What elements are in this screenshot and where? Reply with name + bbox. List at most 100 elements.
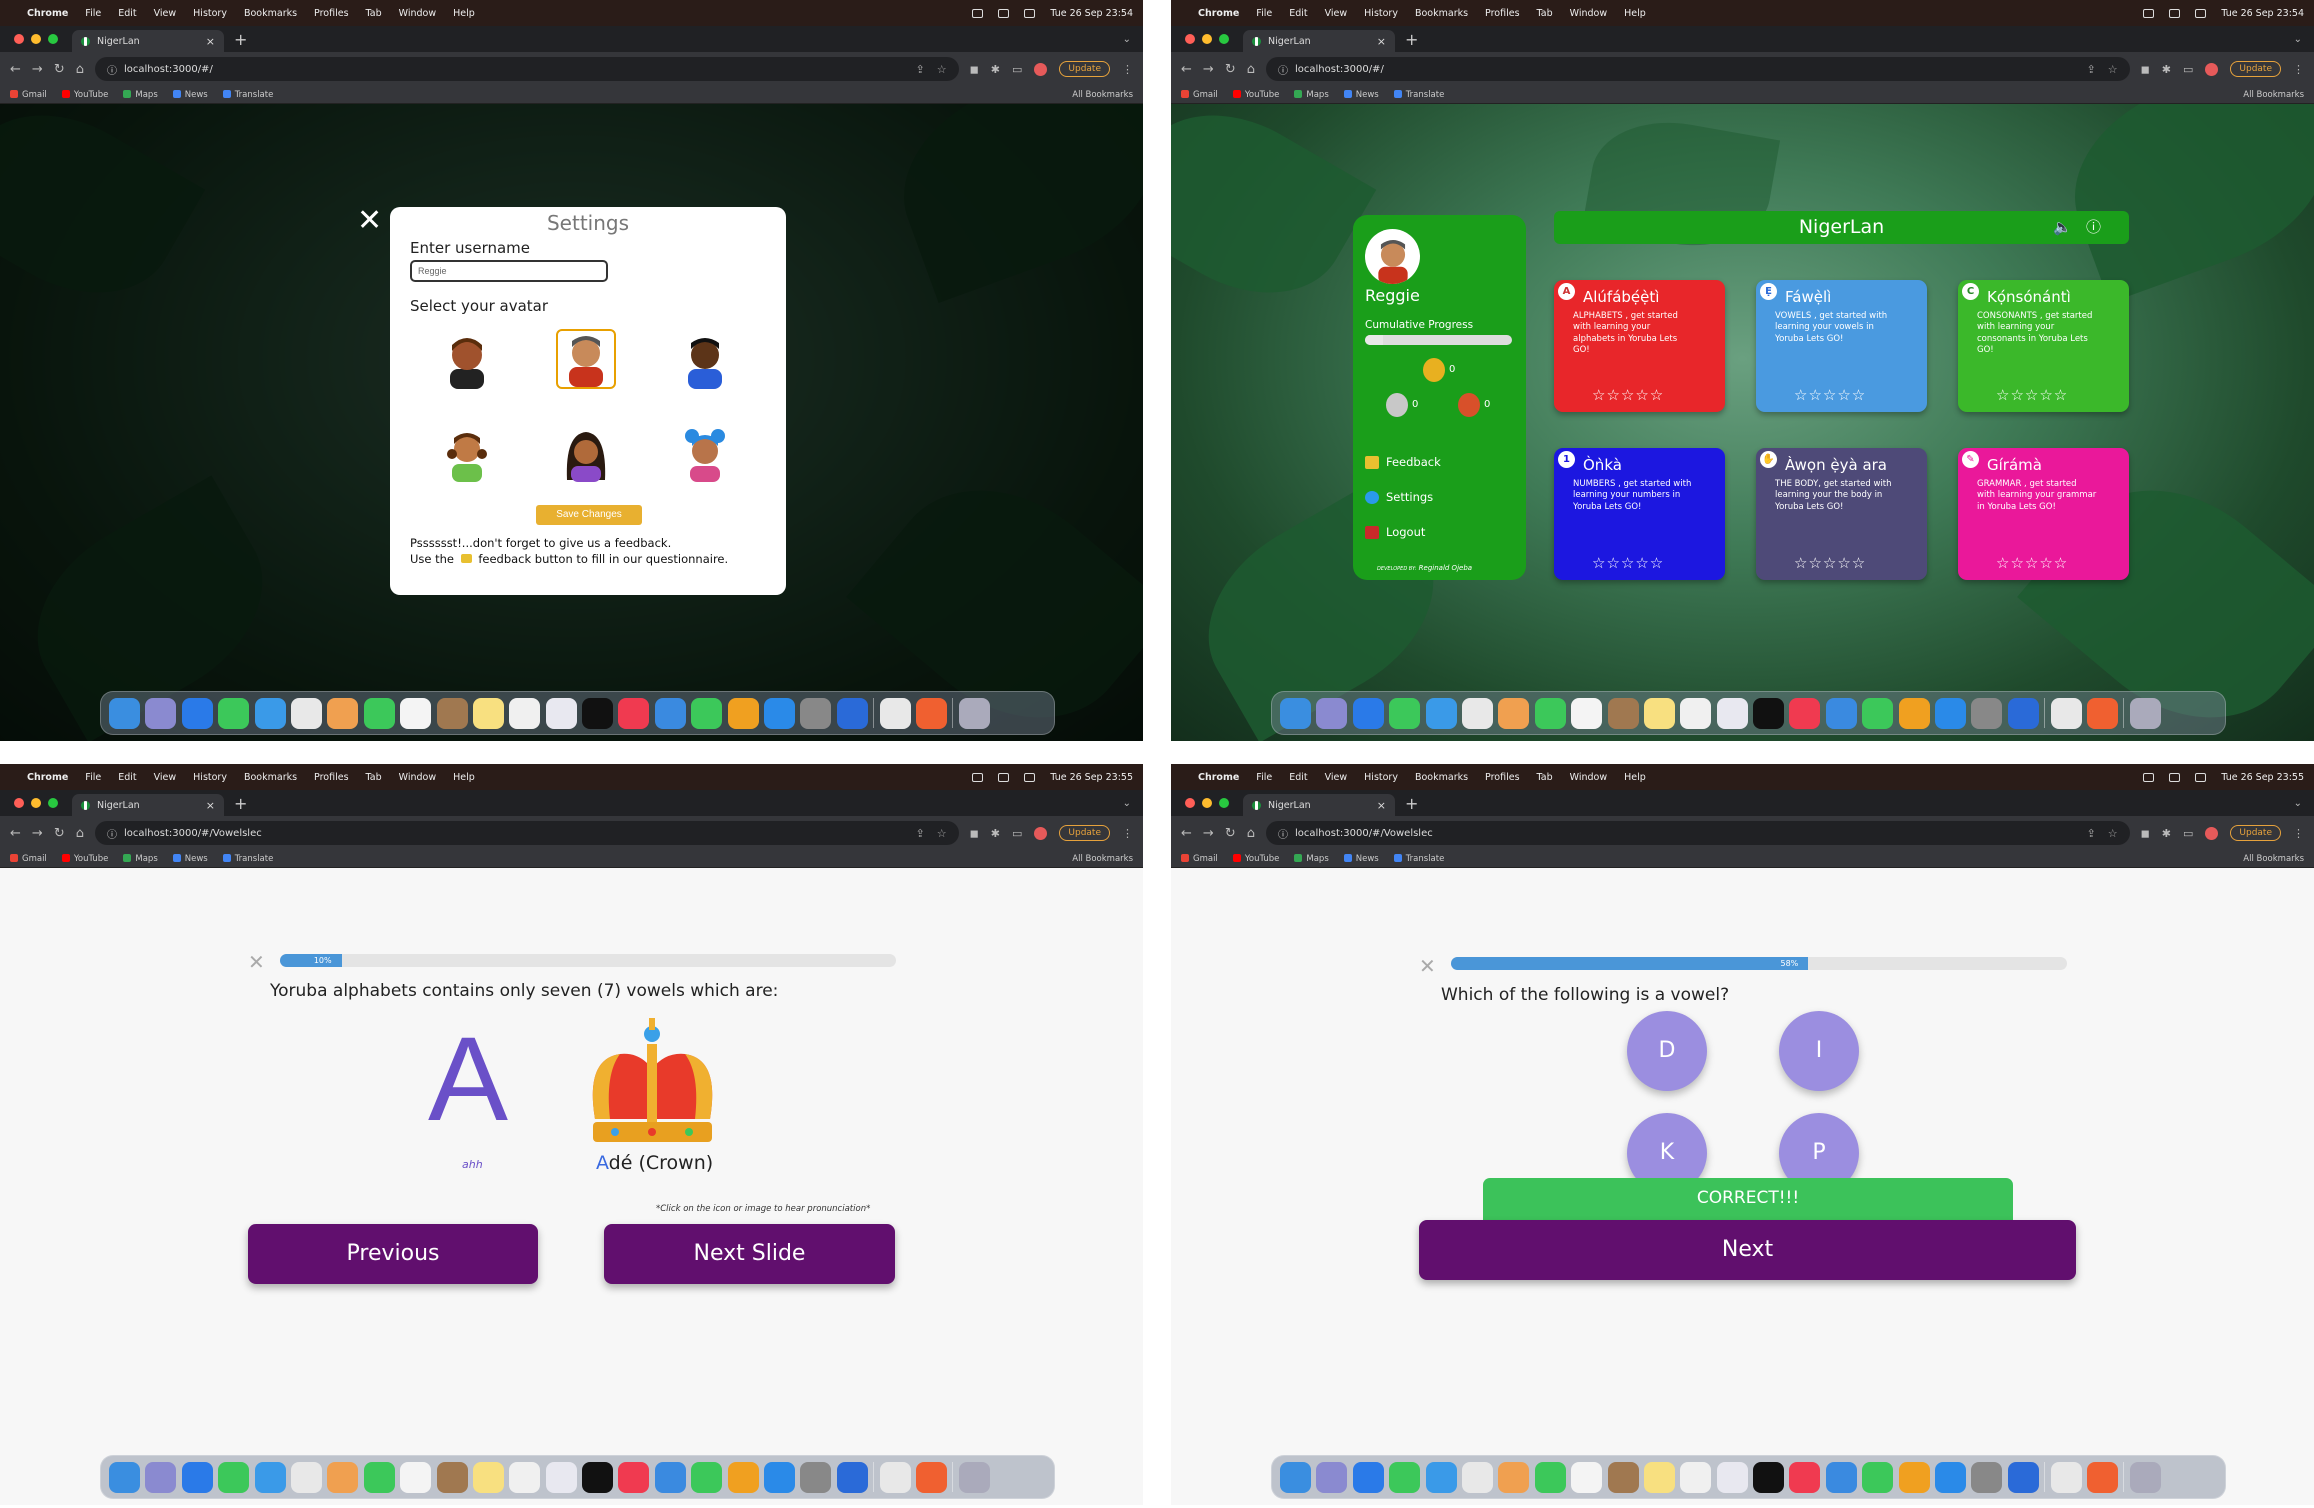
notes-icon[interactable] xyxy=(1643,1461,1675,1493)
avatar-option-boy-1[interactable] xyxy=(437,329,497,389)
tab-search-chevron-icon[interactable]: ⌄ xyxy=(1123,34,1131,45)
music-icon[interactable] xyxy=(1789,697,1821,729)
mail-icon[interactable] xyxy=(1425,697,1457,729)
bookmark-news[interactable]: News xyxy=(1343,853,1379,864)
chrome-icon[interactable] xyxy=(879,697,911,729)
menubar-clock[interactable]: Tue 26 Sep 23:55 xyxy=(1050,772,1133,783)
menu-view[interactable]: View xyxy=(154,8,177,19)
chrome-icon[interactable] xyxy=(2050,1461,2082,1493)
home-icon[interactable]: ⌂ xyxy=(1247,62,1255,77)
extensions-puzzle-icon[interactable]: ✱ xyxy=(2162,827,2171,840)
safari-icon[interactable] xyxy=(181,697,213,729)
bookmark-maps[interactable]: Maps xyxy=(123,89,158,100)
contacts-icon[interactable] xyxy=(436,1461,468,1493)
close-window-icon[interactable] xyxy=(1185,798,1195,808)
previous-button[interactable]: Previous xyxy=(248,1224,538,1284)
crown-word[interactable]: Adé (Crown) xyxy=(596,1152,713,1174)
postman-icon[interactable] xyxy=(2086,1461,2118,1493)
status-icon[interactable] xyxy=(972,772,984,782)
username-input[interactable] xyxy=(410,260,608,282)
finder-icon[interactable] xyxy=(1280,697,1311,729)
menu-edit[interactable]: Edit xyxy=(118,8,136,19)
menu-tab[interactable]: Tab xyxy=(1537,8,1553,19)
menu-window[interactable]: Window xyxy=(1570,8,1607,19)
browser-tab[interactable]: NigerLan × xyxy=(1243,794,1395,816)
menu-logout[interactable]: Logout xyxy=(1365,525,1425,539)
bookmark-gmail[interactable]: Gmail xyxy=(1181,853,1218,864)
home-icon[interactable]: ⌂ xyxy=(76,826,84,841)
freeform-icon[interactable] xyxy=(1716,697,1748,729)
menubar-clock[interactable]: Tue 26 Sep 23:55 xyxy=(2221,772,2304,783)
appstore-icon[interactable] xyxy=(764,697,796,729)
bookmark-news[interactable]: News xyxy=(172,89,208,100)
share-icon[interactable]: ⇪ xyxy=(2087,63,2096,76)
extensions-puzzle-icon[interactable]: ✱ xyxy=(2162,63,2171,76)
bookmark-news[interactable]: News xyxy=(1343,89,1379,100)
reminders-icon[interactable] xyxy=(1680,697,1712,729)
messages-icon[interactable] xyxy=(1389,1461,1421,1493)
postman-icon[interactable] xyxy=(2086,697,2118,729)
close-tab-icon[interactable]: × xyxy=(206,799,215,812)
forward-icon[interactable]: → xyxy=(32,826,43,841)
zoom-window-icon[interactable] xyxy=(48,798,58,808)
chrome-icon[interactable] xyxy=(879,1461,911,1493)
menu-tab[interactable]: Tab xyxy=(366,772,382,783)
menu-history[interactable]: History xyxy=(1364,8,1398,19)
avatar-option-girl-2[interactable] xyxy=(556,422,616,482)
messages-icon[interactable] xyxy=(1389,697,1421,729)
back-icon[interactable]: ← xyxy=(10,62,21,77)
course-card-grammar[interactable]: ✎ Gírámà GRAMMAR , get started with learni… xyxy=(1958,448,2129,580)
pages-icon[interactable] xyxy=(1898,1461,1930,1493)
profile-avatar[interactable] xyxy=(1034,826,1048,840)
speaker-icon[interactable]: 🔈 xyxy=(2053,218,2086,236)
safari-icon[interactable] xyxy=(1352,1461,1384,1493)
new-tab-icon[interactable]: + xyxy=(1405,30,1418,49)
photos-icon[interactable] xyxy=(327,1461,359,1493)
forward-icon[interactable]: → xyxy=(1203,826,1214,841)
appletv-icon[interactable] xyxy=(582,697,614,729)
numbers-icon[interactable] xyxy=(1862,1461,1894,1493)
battery-icon[interactable] xyxy=(998,8,1010,18)
menu-view[interactable]: View xyxy=(1325,8,1348,19)
menu-history[interactable]: History xyxy=(193,8,227,19)
menu-profiles[interactable]: Profiles xyxy=(314,8,349,19)
keynote-icon[interactable] xyxy=(1825,1461,1857,1493)
menu-bookmarks[interactable]: Bookmarks xyxy=(244,8,297,19)
bookmark-maps[interactable]: Maps xyxy=(1294,89,1329,100)
home-icon[interactable]: ⌂ xyxy=(1247,826,1255,841)
reload-icon[interactable]: ↻ xyxy=(1225,826,1236,841)
trash-icon[interactable] xyxy=(2129,1461,2161,1493)
freeform-icon[interactable] xyxy=(545,1461,577,1493)
minimize-window-icon[interactable] xyxy=(31,34,41,44)
facetime-icon[interactable] xyxy=(363,1461,395,1493)
kebab-menu-icon[interactable]: ⋮ xyxy=(2293,63,2304,76)
menu-bookmarks[interactable]: Bookmarks xyxy=(244,772,297,783)
menu-window[interactable]: Window xyxy=(399,8,436,19)
maps-icon[interactable] xyxy=(290,1461,322,1493)
update-button[interactable]: Update xyxy=(1059,825,1110,841)
facetime-icon[interactable] xyxy=(1534,697,1566,729)
menubar-clock[interactable]: Tue 26 Sep 23:54 xyxy=(2221,8,2304,19)
menu-window[interactable]: Window xyxy=(399,772,436,783)
crown-image[interactable] xyxy=(585,1014,720,1153)
calendar-icon[interactable] xyxy=(400,697,432,729)
chrome-icon[interactable] xyxy=(2050,697,2082,729)
menu-app-name[interactable]: Chrome xyxy=(27,8,68,19)
numbers-icon[interactable] xyxy=(1862,697,1894,729)
facetime-icon[interactable] xyxy=(1534,1461,1566,1493)
share-icon[interactable]: ⇪ xyxy=(916,827,925,840)
bookmark-translate[interactable]: Translate xyxy=(1393,89,1444,100)
tab-search-chevron-icon[interactable]: ⌄ xyxy=(2294,34,2302,45)
menu-settings[interactable]: Settings xyxy=(1365,490,1433,504)
menu-help[interactable]: Help xyxy=(1624,772,1646,783)
launchpad-icon[interactable] xyxy=(145,1461,177,1493)
numbers-icon[interactable] xyxy=(691,1461,723,1493)
avatar-option-boy-3[interactable] xyxy=(675,329,735,389)
zoom-window-icon[interactable] xyxy=(48,34,58,44)
extension-icon[interactable]: ◼ xyxy=(2141,827,2150,840)
close-window-icon[interactable] xyxy=(14,798,24,808)
safari-icon[interactable] xyxy=(1352,697,1384,729)
avatar-option-girl-1[interactable] xyxy=(437,422,497,482)
appletv-icon[interactable] xyxy=(582,1461,614,1493)
messages-icon[interactable] xyxy=(218,1461,250,1493)
